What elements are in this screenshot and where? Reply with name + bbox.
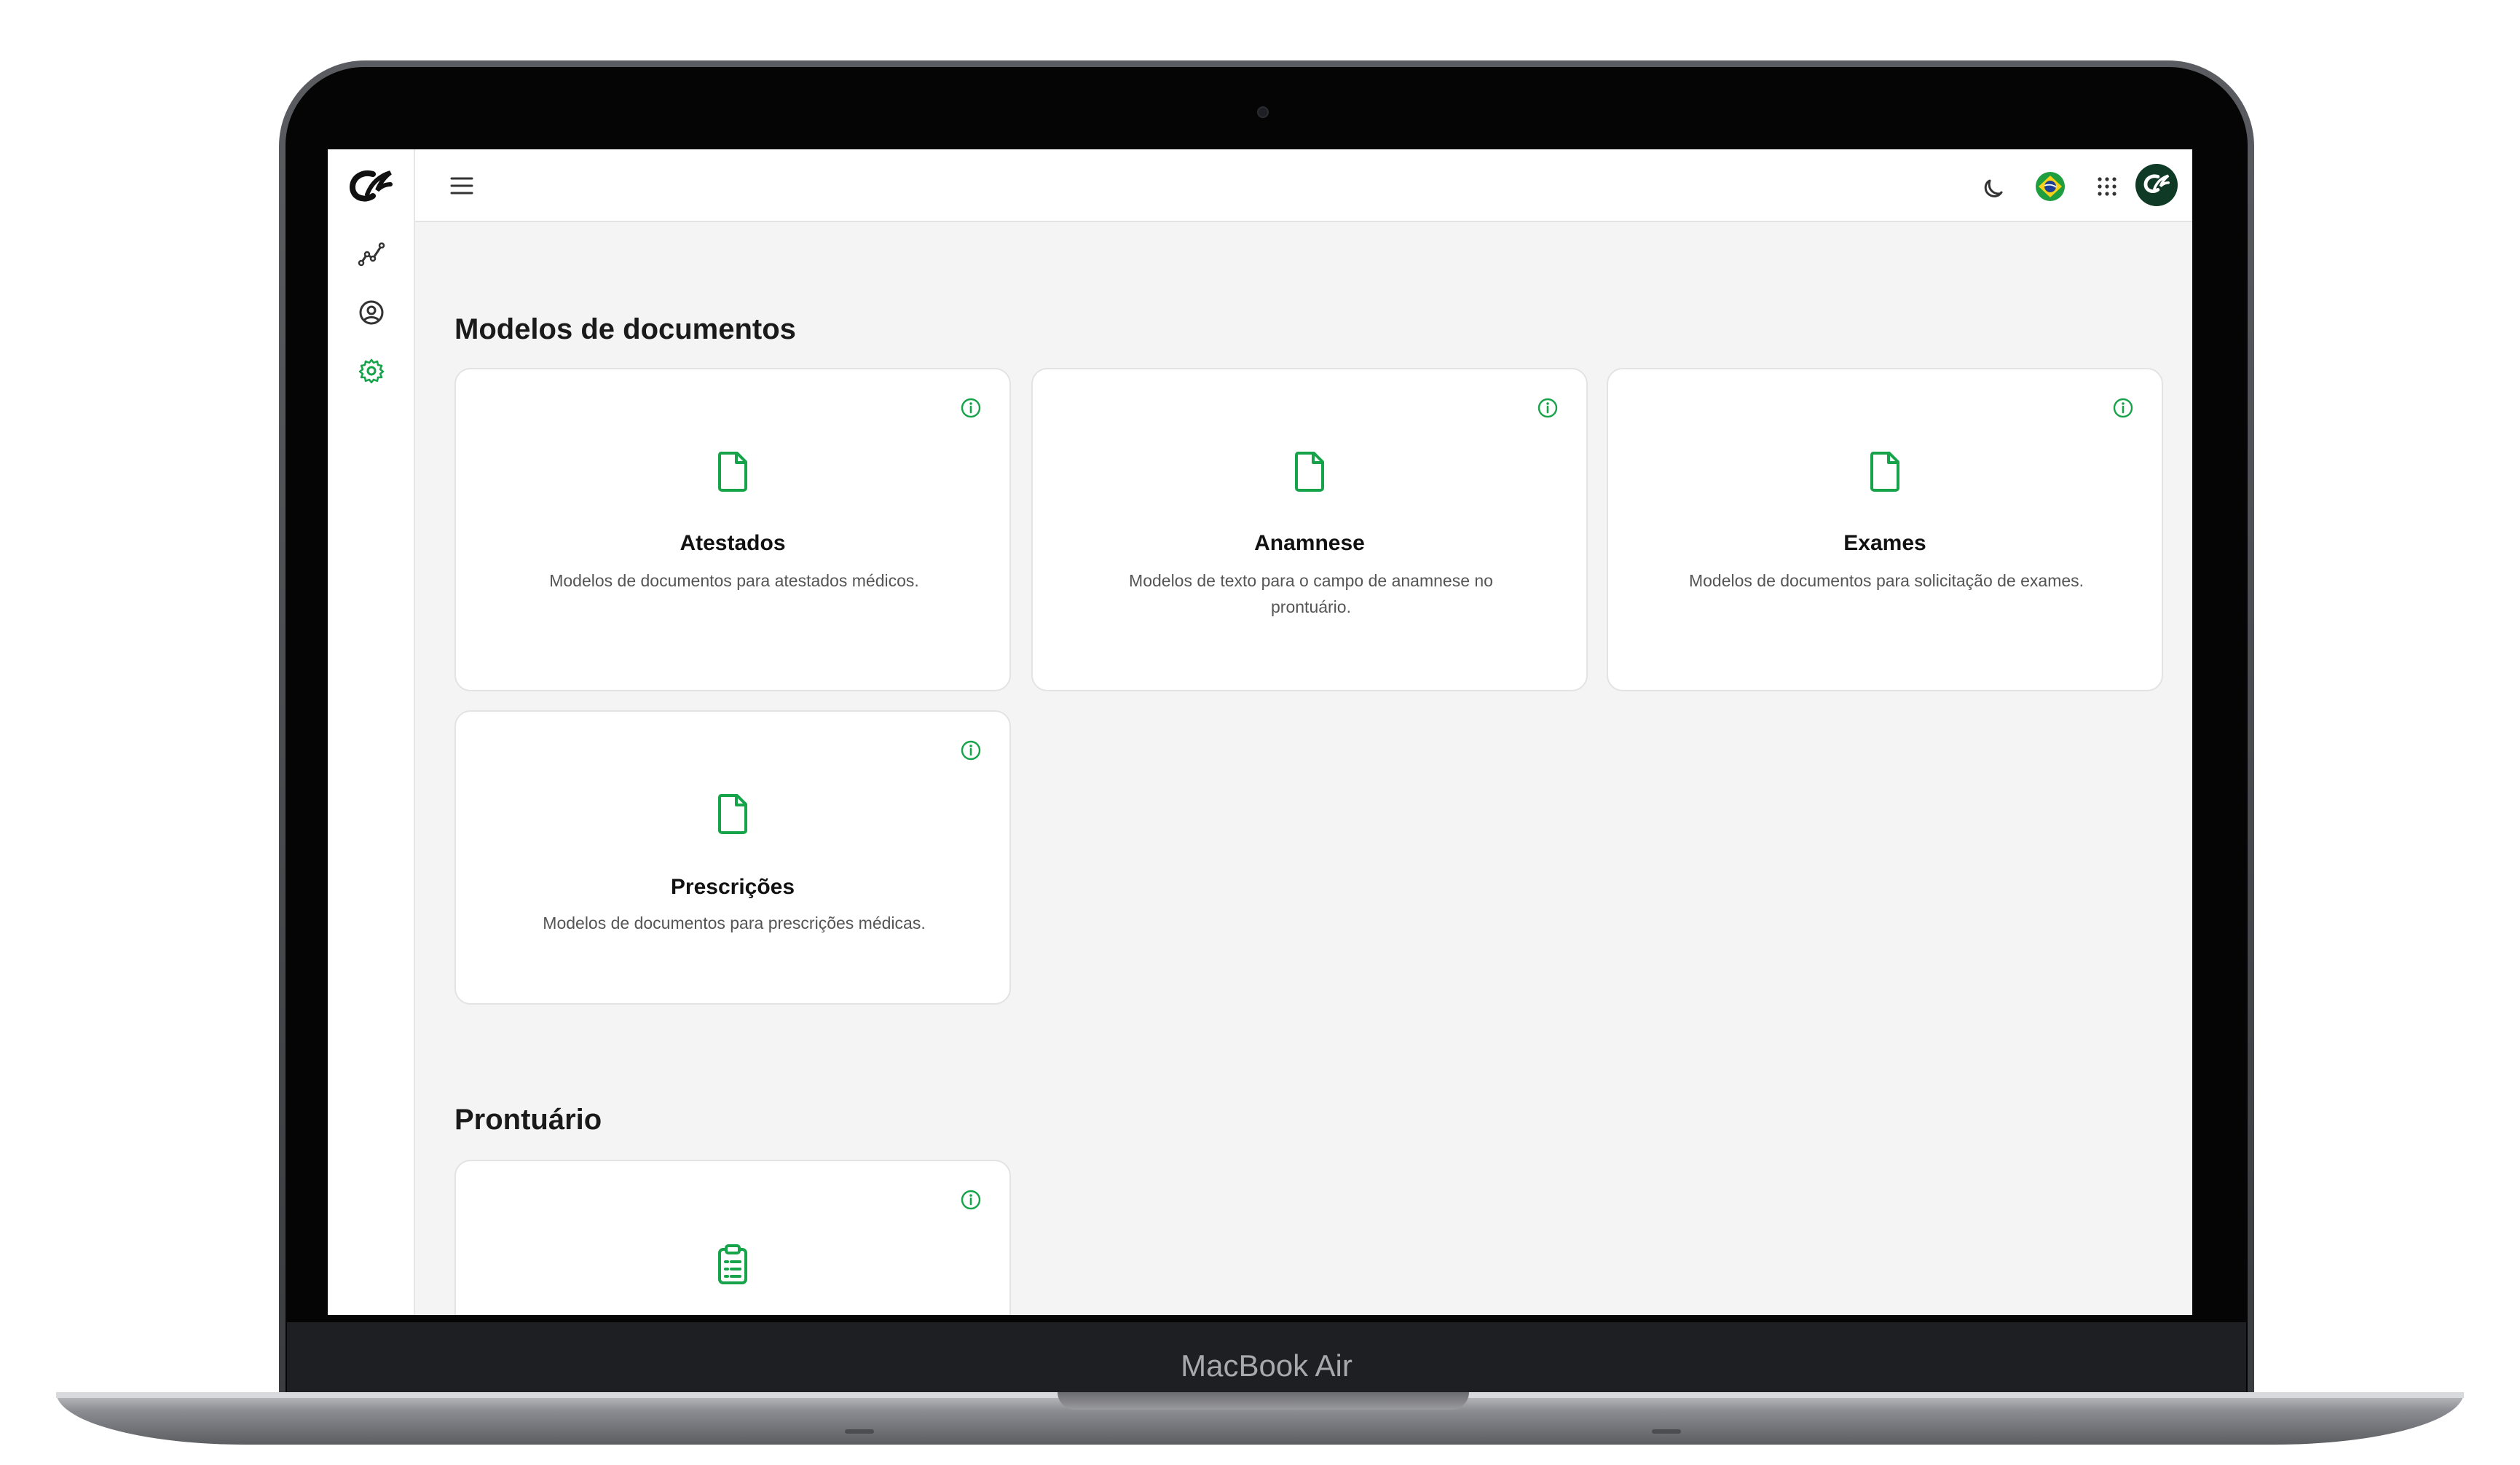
card-prontuario[interactable] xyxy=(454,1160,1011,1315)
clipboard-list-icon xyxy=(718,1244,747,1284)
card-title: Atestados xyxy=(680,531,786,555)
info-icon[interactable] xyxy=(1535,396,1560,420)
laptop-foot xyxy=(1652,1429,1681,1434)
sidebar xyxy=(328,149,415,1315)
card-title: Anamnese xyxy=(1254,531,1365,555)
laptop-notch xyxy=(1058,1392,1469,1410)
card-description: Modelos de documentos para prescrições m… xyxy=(543,914,926,932)
screen: Modelos de documentos Atestados Modelos … xyxy=(328,149,2192,1315)
avatar[interactable] xyxy=(2135,164,2178,206)
camera xyxy=(1257,106,1269,118)
info-icon[interactable] xyxy=(958,396,983,420)
document-icon xyxy=(1295,452,1324,492)
document-icon xyxy=(1870,452,1899,492)
info-icon[interactable] xyxy=(958,1187,983,1212)
document-icon xyxy=(718,794,747,834)
laptop-foot xyxy=(845,1429,874,1434)
avatar-logo-icon xyxy=(2141,170,2172,201)
app-logo-icon[interactable] xyxy=(345,164,396,208)
section-title-prontuario: Prontuário xyxy=(454,1104,602,1136)
section-title-modelos: Modelos de documentos xyxy=(454,313,796,345)
moon-icon[interactable] xyxy=(1978,170,2012,203)
card-title: Prescrições xyxy=(670,875,795,899)
apps-grid-icon[interactable] xyxy=(2090,170,2124,203)
menu-icon[interactable] xyxy=(447,171,476,200)
device-label: MacBook Air xyxy=(1181,1348,1352,1383)
document-icon xyxy=(718,452,747,492)
gear-icon[interactable] xyxy=(355,355,387,387)
card-prescricoes[interactable]: Prescrições Modelos de documentos para p… xyxy=(454,710,1011,1005)
user-circle-icon[interactable] xyxy=(355,296,387,329)
top-bar xyxy=(415,149,2192,222)
card-exames[interactable]: Exames Modelos de documentos para solici… xyxy=(1607,368,2163,691)
card-description: Modelos de documentos para atestados méd… xyxy=(549,571,919,590)
card-title: Exames xyxy=(1843,531,1926,555)
card-description: Modelos de documentos para solicitação d… xyxy=(1688,571,2084,590)
card-description: Modelos de texto para o campo de anamnes… xyxy=(1129,571,1493,616)
card-anamnese[interactable]: Anamnese Modelos de texto para o campo d… xyxy=(1031,368,1588,691)
info-icon[interactable] xyxy=(958,738,983,763)
chart-line-icon[interactable] xyxy=(355,238,387,270)
brazil-flag-icon[interactable] xyxy=(2033,170,2067,203)
card-atestados[interactable]: Atestados Modelos de documentos para ate… xyxy=(454,368,1011,691)
info-icon[interactable] xyxy=(2111,396,2135,420)
